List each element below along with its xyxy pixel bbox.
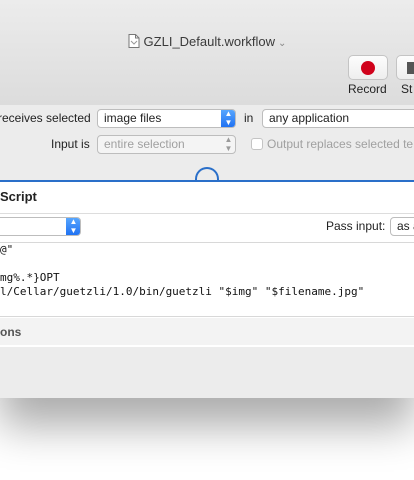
- output-replaces-checkbox[interactable]: [251, 138, 263, 150]
- code-line: mg%.*}OPT: [0, 271, 60, 284]
- title-bar: GZLI_Default.workflow ⌄ Record St: [0, 0, 414, 106]
- pass-input-value: as a: [397, 219, 414, 233]
- divider: [0, 213, 414, 214]
- script-editor[interactable]: @" mg%.*}OPT l/Cellar/guetzli/1.0/bin/guet…: [0, 242, 414, 317]
- workflow-window: GZLI_Default.workflow ⌄ Record St receive…: [0, 0, 414, 398]
- input-is-value: entire selection: [104, 137, 185, 151]
- window-title-text: GZLI_Default.workflow: [143, 34, 276, 49]
- workflow-header: receives selected image files ▲ ▼ in any …: [0, 105, 414, 173]
- receives-popup[interactable]: image files ▲ ▼: [97, 109, 236, 128]
- window-title[interactable]: GZLI_Default.workflow ⌄: [0, 34, 414, 51]
- workflow-bottom: [0, 347, 414, 398]
- application-value: any application: [269, 111, 350, 125]
- receives-label: receives selected: [0, 111, 91, 125]
- options-label: ons: [0, 325, 22, 339]
- in-label: in: [244, 111, 254, 125]
- stop-button[interactable]: [396, 55, 414, 80]
- application-popup[interactable]: any application: [262, 109, 414, 128]
- receives-value: image files: [104, 111, 162, 125]
- pass-input-label: Pass input:: [326, 219, 386, 233]
- document-icon: [128, 34, 140, 51]
- shell-popup[interactable]: ▲ ▼: [0, 217, 81, 236]
- popup-stepper-icon: ▲ ▼: [66, 218, 80, 235]
- popup-stepper-icon: ▲ ▼: [224, 135, 233, 153]
- code-line: l/Cellar/guetzli/1.0/bin/guetzli "$img" …: [0, 285, 365, 298]
- input-is-label: Input is: [51, 137, 90, 151]
- action-title: Script: [0, 189, 37, 204]
- record-label: Record: [348, 82, 387, 96]
- code-line: @": [0, 243, 14, 256]
- pass-input-popup[interactable]: as a: [390, 217, 414, 236]
- output-replaces-label: Output replaces selected te: [267, 137, 414, 151]
- record-icon: [361, 61, 375, 75]
- chevron-down-icon[interactable]: ⌄: [278, 38, 286, 49]
- input-is-popup[interactable]: entire selection ▲ ▼: [97, 135, 236, 154]
- options-row[interactable]: ons: [0, 318, 414, 345]
- stop-label: St: [401, 82, 413, 96]
- popup-stepper-icon: ▲ ▼: [221, 110, 235, 127]
- stop-icon: [407, 62, 414, 74]
- record-button[interactable]: [348, 55, 388, 80]
